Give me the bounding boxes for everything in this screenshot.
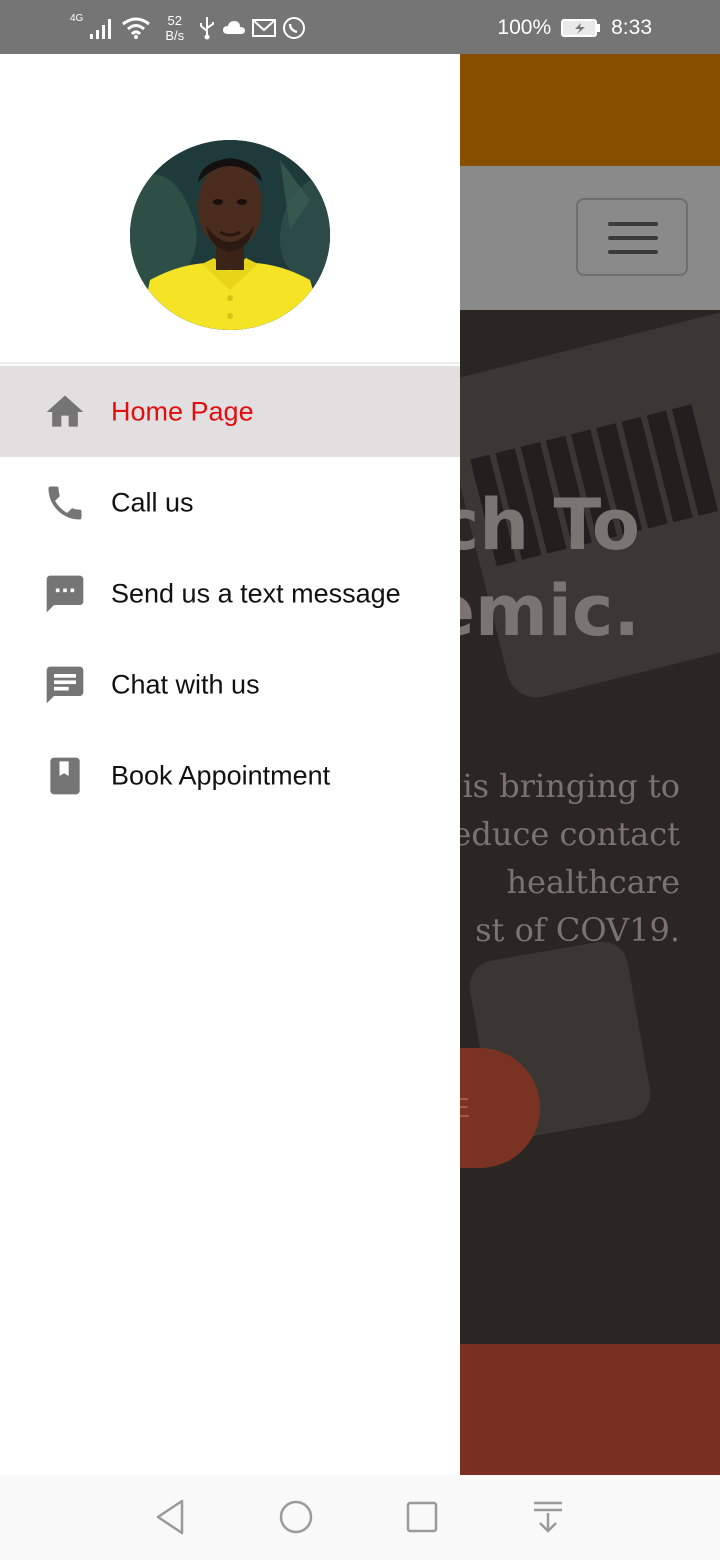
drawer-header: [0, 54, 460, 364]
drawer-menu: Home Page Call us Send us a text message: [0, 366, 460, 821]
system-navigation-bar: [0, 1475, 720, 1560]
notifications-pull-icon[interactable]: [526, 1495, 570, 1539]
gmail-icon: [252, 19, 277, 37]
navigation-drawer: Home Page Call us Send us a text message: [0, 54, 460, 1475]
drawer-item-label: Chat with us: [111, 669, 260, 699]
speed-value: 52: [167, 13, 182, 28]
signal-icon: [90, 19, 112, 39]
drawer-item-book-appointment[interactable]: Book Appointment: [0, 730, 460, 821]
profile-photo: [130, 140, 330, 330]
drawer-item-label: Home Page: [111, 396, 254, 426]
drawer-item-send-text-message[interactable]: Send us a text message: [0, 548, 460, 639]
clock: 8:33: [611, 16, 652, 39]
recents-icon[interactable]: [400, 1495, 444, 1539]
status-right: 100% 8:33: [497, 8, 652, 48]
drawer-item-label: Send us a text message: [111, 578, 401, 608]
chat-icon: [46, 666, 84, 703]
battery-charging-icon: [561, 19, 601, 37]
speed-unit: B/s: [165, 28, 185, 43]
home-circle-icon[interactable]: [274, 1495, 318, 1539]
status-bar: 4G 52 B/s 100% 8:33: [0, 0, 720, 54]
wifi-icon: [122, 17, 151, 39]
book-icon: [50, 757, 80, 794]
cloud-icon: [223, 21, 246, 34]
hamburger-menu-button[interactable]: [576, 198, 688, 276]
avatar: [130, 140, 330, 330]
drawer-item-home-page[interactable]: Home Page: [0, 366, 460, 457]
drawer-item-label: Call us: [111, 487, 194, 517]
whatsapp-icon: [283, 17, 306, 39]
back-icon[interactable]: [148, 1495, 192, 1539]
home-icon: [46, 395, 84, 427]
network-speed: 52 B/s: [165, 13, 184, 43]
phone-icon: [48, 486, 82, 519]
status-left: 4G 52 B/s: [70, 8, 306, 48]
drawer-item-label: Book Appointment: [111, 760, 331, 790]
drawer-item-chat-with-us[interactable]: Chat with us: [0, 639, 460, 730]
usb-icon: [200, 17, 215, 40]
sms-icon: [46, 575, 84, 612]
drawer-item-call-us[interactable]: Call us: [0, 457, 460, 548]
battery-percent: 100%: [497, 16, 552, 39]
network-type: 4G: [70, 13, 84, 24]
